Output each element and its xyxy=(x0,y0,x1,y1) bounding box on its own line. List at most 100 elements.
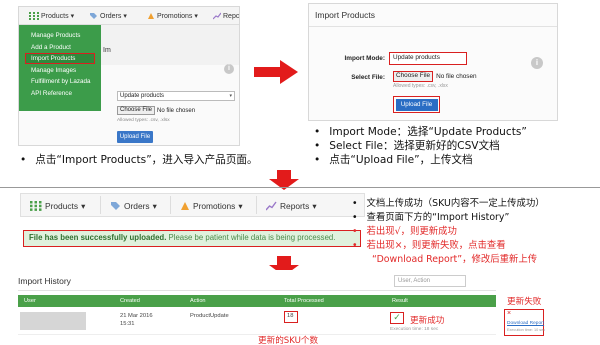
select-file-label-text: Select File xyxy=(351,74,383,81)
annotation-import-mode-text: Import Mode：选择“Update Products” xyxy=(329,126,527,138)
allowed-types: Allowed types: .csv, .xlsx xyxy=(117,118,170,123)
user-redacted xyxy=(20,312,86,330)
page-title: Im xyxy=(103,47,111,54)
annotation-upload-success-text: 文档上传成功（SKU内容不一定上传成功） xyxy=(366,198,545,209)
nav-divider xyxy=(100,196,101,214)
fail-example-box: × Download Report Execution time: 10 sec xyxy=(504,309,545,336)
import-mode-select[interactable]: Update products ▾ xyxy=(117,91,235,101)
annotation-upload-file-text: 点击“Upload File”，上传文档 xyxy=(329,154,473,166)
import-products-panel: Import Products Import Mode: Update prod… xyxy=(308,3,558,121)
tag-icon xyxy=(111,201,120,210)
file-input: Choose File No file chosen xyxy=(117,106,195,115)
promotion-icon xyxy=(181,201,189,210)
divider xyxy=(309,26,557,27)
info-icon[interactable]: i xyxy=(531,57,543,69)
column-total-processed: Total Processed xyxy=(284,298,324,304)
success-headline: File has been successfully uploaded. xyxy=(29,233,167,242)
grid-icon xyxy=(30,200,42,211)
menu-item-add-product[interactable]: Add a Product xyxy=(19,42,101,53)
no-file-text: No file chosen xyxy=(157,107,196,114)
arrow-right-icon xyxy=(254,60,298,84)
chevron-down-icon: ▾ xyxy=(152,200,157,211)
chart-icon xyxy=(213,12,221,20)
import-mode-label-text: Import Mode xyxy=(344,55,383,62)
import-history-panel: Import History User, Action User Created… xyxy=(18,270,496,342)
annotation-upload-success: 文档上传成功（SKU内容不一定上传成功） xyxy=(352,195,545,209)
choose-file-button[interactable]: Choose File xyxy=(117,106,156,115)
success-detail: Please be patient while data is being pr… xyxy=(168,233,336,242)
annotation-import-products: 点击“Import Products”，进入导入产品页面。 xyxy=(20,152,258,167)
created-date: 21 Mar 2016 xyxy=(120,313,153,319)
nav-reports-label: Repc xyxy=(223,12,240,20)
fail-x-icon: × xyxy=(507,310,512,317)
annotation-import-mode: Import Mode：选择“Update Products” xyxy=(314,124,527,139)
import-mode-value: Update products xyxy=(393,54,440,61)
annotation-fail-mark: 若出现×，则更新失败，点击查看 xyxy=(352,237,506,251)
menu-item-manage-products[interactable]: Manage Products xyxy=(19,30,101,41)
history-search-input[interactable]: User, Action xyxy=(394,275,466,287)
nav-products[interactable]: Products ▾ xyxy=(30,199,85,212)
chevron-down-icon: ▾ xyxy=(123,13,127,20)
import-mode-value: Update products xyxy=(120,93,165,99)
nav-products-label: Products xyxy=(45,200,79,211)
annotation-download-report: “Download Report”，修改后重新上传 xyxy=(372,254,538,265)
products-dropdown: Manage Products Add a Product Import Pro… xyxy=(19,25,101,111)
file-input: Choose File No file chosen xyxy=(393,71,477,82)
annotation-select-file-text: Select File：选择更新好的CSV文档 xyxy=(329,140,500,152)
page-header-area xyxy=(101,25,239,65)
nav-orders-label: Orders xyxy=(100,12,122,20)
import-mode-select[interactable]: Update products xyxy=(389,52,467,65)
nav-promotions[interactable]: Promotions ▾ xyxy=(180,199,243,212)
import-mode-label: Import Mode: xyxy=(344,55,385,62)
nav-reports-label: Reports xyxy=(280,200,310,211)
chevron-down-icon: ▾ xyxy=(194,13,198,20)
chevron-down-icon: ▾ xyxy=(70,13,75,20)
nav-products[interactable]: Products ▾ xyxy=(29,10,74,22)
upload-success-panel: Products ▾ Orders ▾ Promotions ▾ Reports… xyxy=(20,193,365,253)
promotion-icon xyxy=(148,13,154,19)
column-user: User xyxy=(24,298,36,304)
annotation-upload-file: 点击“Upload File”，上传文档 xyxy=(314,152,473,167)
nav-orders[interactable]: Orders ▾ xyxy=(110,199,157,212)
download-report-link[interactable]: Download Report xyxy=(507,321,544,326)
success-check-icon: ✓ xyxy=(390,312,404,324)
upload-file-button[interactable]: Upload File xyxy=(395,98,438,111)
nav-orders[interactable]: Orders ▾ xyxy=(89,10,127,22)
menu-item-fulfillment-by-lazada[interactable]: Fulfillment by Lazada xyxy=(19,76,101,87)
allowed-types: Allowed types: .csv, .xlsx xyxy=(393,83,448,89)
info-icon[interactable]: i xyxy=(224,64,234,74)
label-update-fail: 更新失败 xyxy=(507,297,542,307)
total-processed-value: 18 xyxy=(287,313,294,319)
annotation-fail-mark-text: 若出现×，则更新失败，点击查看 xyxy=(366,240,506,251)
chevron-down-icon: ▾ xyxy=(81,200,86,211)
select-file-label: Select File: xyxy=(351,74,385,81)
label-update-success: 更新成功 xyxy=(410,316,445,326)
chevron-down-icon: ▾ xyxy=(238,200,243,211)
nav-reports[interactable]: Repc xyxy=(213,10,239,22)
table-header: User Created Action Total Processed Resu… xyxy=(18,295,496,307)
nav-promotions[interactable]: Promotions ▾ xyxy=(147,10,198,22)
column-created: Created xyxy=(120,298,140,304)
choose-file-button[interactable]: Choose File xyxy=(393,71,434,82)
chevron-down-icon: ▾ xyxy=(229,93,232,99)
annotation-import-history-text: 查看页面下方的“Import History” xyxy=(366,212,510,223)
grid-icon xyxy=(29,12,39,20)
section-divider xyxy=(0,187,600,188)
nav-reports[interactable]: Reports ▾ xyxy=(266,199,317,212)
menu-item-api-reference[interactable]: API Reference xyxy=(19,88,101,99)
tag-icon xyxy=(90,13,97,19)
upload-file-button[interactable]: Upload File xyxy=(117,131,153,143)
import-history-title: Import History xyxy=(18,276,71,286)
nav-divider xyxy=(256,196,257,214)
column-result: Result xyxy=(392,298,408,304)
menu-item-manage-images[interactable]: Manage Images xyxy=(19,65,101,76)
nav-promotions-label: Promotions xyxy=(193,200,236,211)
annotation-import-products-text: 点击“Import Products”，进入导入产品页面。 xyxy=(35,154,258,166)
menu-item-import-products[interactable]: Import Products xyxy=(25,53,95,65)
page-title: Import Products xyxy=(315,10,375,20)
annotation-select-file: Select File：选择更新好的CSV文档 xyxy=(314,138,500,153)
products-menu-panel: Products ▾ Orders ▾ Promotions ▾ Repc Im… xyxy=(18,6,240,146)
annotation-success-mark-text: 若出现√，则更新成功 xyxy=(366,226,457,237)
annotation-success-mark: 若出现√，则更新成功 xyxy=(352,223,457,237)
nav-divider xyxy=(170,196,171,214)
